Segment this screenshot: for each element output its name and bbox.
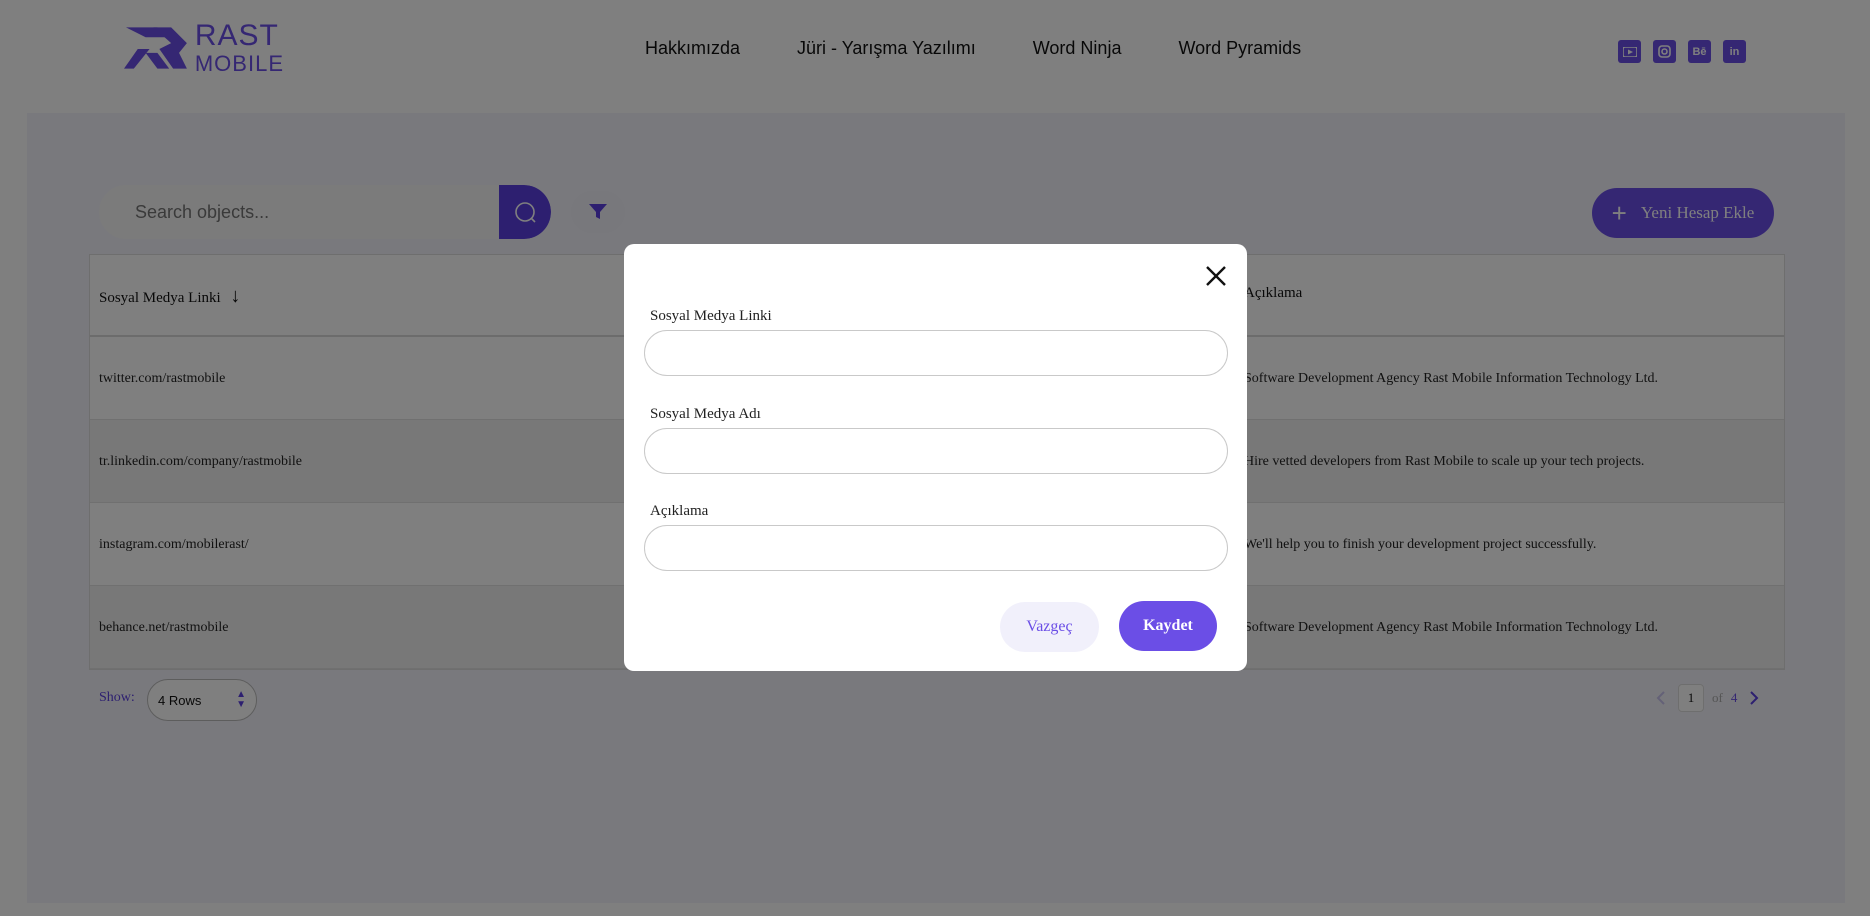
social-link-label: Sosyal Medya Linki: [650, 308, 772, 324]
add-social-media-modal: Sosyal Medya Linki Sosyal Medya Adı Açık…: [624, 244, 1247, 671]
social-name-label: Sosyal Medya Adı: [650, 406, 761, 422]
social-link-input[interactable]: [644, 330, 1228, 376]
save-button[interactable]: Kaydet: [1119, 601, 1217, 651]
description-input[interactable]: [644, 525, 1228, 571]
close-icon[interactable]: [1202, 262, 1230, 290]
description-label: Açıklama: [650, 503, 709, 519]
social-name-input[interactable]: [644, 428, 1228, 474]
cancel-button[interactable]: Vazgeç: [1000, 602, 1099, 652]
